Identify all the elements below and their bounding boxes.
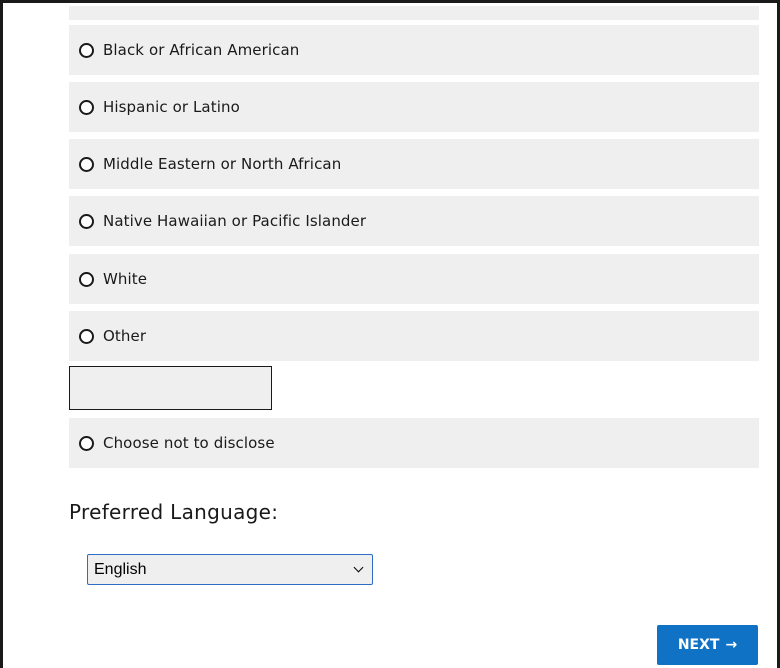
race-option-not-disclose[interactable]: Choose not to disclose: [69, 418, 759, 468]
radio-icon[interactable]: [79, 435, 94, 451]
race-option-hispanic[interactable]: Hispanic or Latino: [69, 82, 759, 132]
race-option-other[interactable]: Other: [69, 311, 759, 361]
race-option-partial[interactable]: [69, 6, 759, 20]
language-selected-value: English: [94, 560, 147, 578]
radio-icon[interactable]: [79, 99, 94, 115]
race-option-label: Middle Eastern or North African: [103, 155, 342, 173]
radio-icon[interactable]: [79, 328, 94, 344]
form-panel: Black or African American Hispanic or La…: [0, 0, 780, 668]
next-button-label: NEXT: [677, 637, 720, 653]
race-option-label: Choose not to disclose: [103, 434, 275, 452]
radio-icon[interactable]: [79, 271, 94, 287]
race-option-label: Native Hawaiian or Pacific Islander: [103, 212, 367, 230]
other-race-input[interactable]: [69, 366, 272, 410]
race-option-white[interactable]: White: [69, 254, 759, 304]
race-option-label: White: [103, 270, 148, 288]
radio-icon[interactable]: [79, 42, 94, 58]
arrow-right-icon: →: [725, 637, 738, 653]
race-option-label: Black or African American: [103, 41, 300, 59]
next-button[interactable]: NEXT →: [657, 625, 758, 665]
race-option-label: Other: [103, 327, 147, 345]
race-option-label: Hispanic or Latino: [103, 98, 240, 116]
radio-icon[interactable]: [79, 156, 94, 172]
preferred-language-select[interactable]: English: [87, 554, 373, 585]
race-option-pacific-islander[interactable]: Native Hawaiian or Pacific Islander: [69, 196, 759, 246]
race-option-black[interactable]: Black or African American: [69, 25, 759, 75]
radio-icon[interactable]: [79, 213, 94, 229]
chevron-down-icon: [353, 562, 364, 573]
race-option-mena[interactable]: Middle Eastern or North African: [69, 139, 759, 189]
preferred-language-label: Preferred Language:: [69, 500, 279, 524]
